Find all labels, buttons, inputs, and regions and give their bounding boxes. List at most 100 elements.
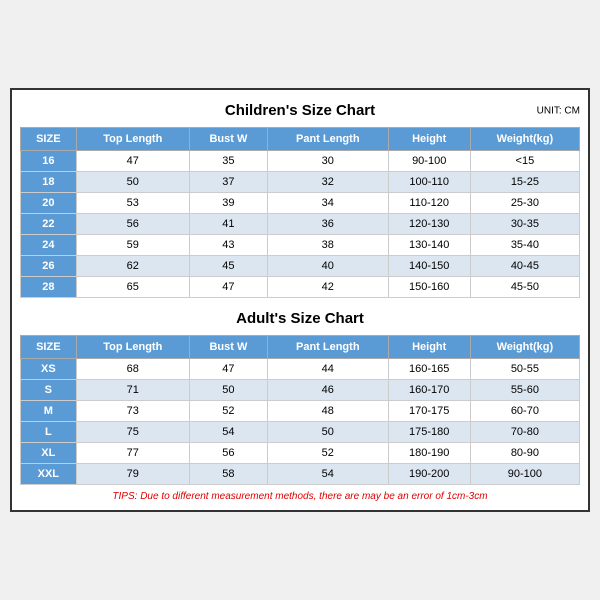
adult-cell: 75: [76, 422, 189, 443]
children-col-height: Height: [388, 128, 470, 151]
adult-cell: 175-180: [388, 422, 470, 443]
adult-table-row: XL775652180-19080-90: [21, 443, 580, 464]
children-cell: 37: [189, 172, 267, 193]
adult-cell: 160-165: [388, 359, 470, 380]
adult-cell: 160-170: [388, 380, 470, 401]
adult-cell: 50: [189, 380, 267, 401]
children-cell: 56: [76, 214, 189, 235]
unit-label: UNIT: CM: [537, 105, 580, 116]
tips-text: TIPS: Due to different measurement metho…: [20, 491, 580, 502]
adult-cell: 73: [76, 401, 189, 422]
children-cell: 36: [267, 214, 388, 235]
children-cell: 140-150: [388, 256, 470, 277]
adult-cell: M: [21, 401, 77, 422]
adult-col-bust: Bust W: [189, 336, 267, 359]
adult-table-row: XXL795854190-20090-100: [21, 464, 580, 485]
adult-cell: 48: [267, 401, 388, 422]
adult-cell: 46: [267, 380, 388, 401]
adult-cell: 60-70: [470, 401, 579, 422]
adult-section-title: Adult's Size Chart: [20, 306, 580, 331]
children-table-row: 26624540140-15040-45: [21, 256, 580, 277]
children-cell: 39: [189, 193, 267, 214]
children-cell: 65: [76, 277, 189, 298]
adult-col-size: SIZE: [21, 336, 77, 359]
children-col-top-length: Top Length: [76, 128, 189, 151]
children-table-row: 24594338130-14035-40: [21, 235, 580, 256]
children-col-size: SIZE: [21, 128, 77, 151]
children-cell: 20: [21, 193, 77, 214]
adult-cell: 50: [267, 422, 388, 443]
adult-cell: 44: [267, 359, 388, 380]
children-table-row: 20533934110-12025-30: [21, 193, 580, 214]
adult-cell: 52: [189, 401, 267, 422]
children-cell: 40-45: [470, 256, 579, 277]
adult-cell: 170-175: [388, 401, 470, 422]
adult-col-pant-length: Pant Length: [267, 336, 388, 359]
adult-cell: 54: [189, 422, 267, 443]
children-cell: 16: [21, 151, 77, 172]
children-cell: 26: [21, 256, 77, 277]
children-table: SIZE Top Length Bust W Pant Length Heigh…: [20, 127, 580, 298]
children-table-row: 28654742150-16045-50: [21, 277, 580, 298]
children-cell: 18: [21, 172, 77, 193]
adult-cell: XL: [21, 443, 77, 464]
children-cell: 90-100: [388, 151, 470, 172]
children-cell: 47: [189, 277, 267, 298]
adult-table-row: M735248170-17560-70: [21, 401, 580, 422]
adult-cell: 56: [189, 443, 267, 464]
adult-cell: 80-90: [470, 443, 579, 464]
children-header-row: SIZE Top Length Bust W Pant Length Heigh…: [21, 128, 580, 151]
adult-title-text: Adult's Size Chart: [236, 310, 364, 327]
children-cell: 24: [21, 235, 77, 256]
children-cell: 150-160: [388, 277, 470, 298]
children-cell: 38: [267, 235, 388, 256]
adult-cell: 68: [76, 359, 189, 380]
adult-cell: 58: [189, 464, 267, 485]
children-col-weight: Weight(kg): [470, 128, 579, 151]
children-col-bust: Bust W: [189, 128, 267, 151]
adult-cell: 47: [189, 359, 267, 380]
children-cell: 30-35: [470, 214, 579, 235]
children-cell: 15-25: [470, 172, 579, 193]
children-cell: 130-140: [388, 235, 470, 256]
adult-table-row: XS684744160-16550-55: [21, 359, 580, 380]
adult-cell: L: [21, 422, 77, 443]
adult-cell: 55-60: [470, 380, 579, 401]
children-cell: 110-120: [388, 193, 470, 214]
children-cell: 30: [267, 151, 388, 172]
children-cell: 34: [267, 193, 388, 214]
children-cell: 120-130: [388, 214, 470, 235]
children-cell: 45-50: [470, 277, 579, 298]
children-cell: 59: [76, 235, 189, 256]
adult-table-row: L755450175-18070-80: [21, 422, 580, 443]
adult-col-height: Height: [388, 336, 470, 359]
children-section-title: Children's Size Chart UNIT: CM: [20, 98, 580, 123]
children-cell: 35: [189, 151, 267, 172]
adult-col-top-length: Top Length: [76, 336, 189, 359]
adult-table: SIZE Top Length Bust W Pant Length Heigh…: [20, 335, 580, 485]
adult-cell: 79: [76, 464, 189, 485]
adult-cell: 77: [76, 443, 189, 464]
adult-cell: 71: [76, 380, 189, 401]
children-table-row: 1647353090-100<15: [21, 151, 580, 172]
adult-cell: 190-200: [388, 464, 470, 485]
children-title-text: Children's Size Chart: [225, 102, 375, 119]
children-table-row: 22564136120-13030-35: [21, 214, 580, 235]
adult-section: Adult's Size Chart SIZE Top Length Bust …: [20, 306, 580, 485]
children-cell: 42: [267, 277, 388, 298]
children-cell: 43: [189, 235, 267, 256]
adult-header-row: SIZE Top Length Bust W Pant Length Heigh…: [21, 336, 580, 359]
children-cell: 35-40: [470, 235, 579, 256]
children-cell: 100-110: [388, 172, 470, 193]
children-cell: 53: [76, 193, 189, 214]
children-cell: 41: [189, 214, 267, 235]
adult-cell: S: [21, 380, 77, 401]
adult-cell: 50-55: [470, 359, 579, 380]
adult-cell: 54: [267, 464, 388, 485]
adult-table-row: S715046160-17055-60: [21, 380, 580, 401]
children-table-row: 18503732100-11015-25: [21, 172, 580, 193]
children-cell: 28: [21, 277, 77, 298]
adult-cell: 52: [267, 443, 388, 464]
adult-cell: XXL: [21, 464, 77, 485]
adult-cell: 70-80: [470, 422, 579, 443]
